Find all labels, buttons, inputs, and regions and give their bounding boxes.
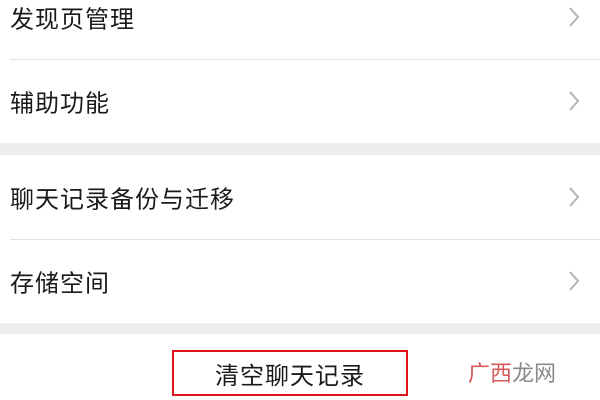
settings-row-label: 聊天记录备份与迁移 (10, 185, 235, 214)
chevron-right-icon (569, 187, 580, 207)
settings-row-discover-page-management[interactable]: 发现页管理 (0, 0, 600, 59)
bottom-action-area: 清空聊天记录 广西龙网 (0, 334, 600, 400)
settings-row-chat-history-backup[interactable]: 聊天记录备份与迁移 (0, 155, 600, 239)
settings-group-1: 发现页管理 辅助功能 (0, 0, 600, 143)
watermark: 广西龙网 (468, 356, 556, 388)
settings-row-label: 辅助功能 (10, 89, 110, 118)
section-gap (0, 143, 600, 155)
settings-row-label: 发现页管理 (10, 5, 135, 34)
watermark-part2: 龙网 (512, 362, 557, 387)
chevron-right-icon (569, 271, 580, 291)
clear-chat-history-button[interactable]: 清空聊天记录 (172, 350, 408, 396)
chevron-right-icon (569, 91, 580, 111)
chevron-right-icon (569, 7, 580, 27)
settings-row-accessibility[interactable]: 辅助功能 (0, 59, 600, 143)
settings-group-2: 聊天记录备份与迁移 存储空间 (0, 155, 600, 323)
settings-row-label: 存储空间 (10, 269, 110, 298)
watermark-part1: 广西 (468, 362, 513, 387)
settings-row-storage[interactable]: 存储空间 (0, 239, 600, 323)
section-gap (0, 323, 600, 334)
